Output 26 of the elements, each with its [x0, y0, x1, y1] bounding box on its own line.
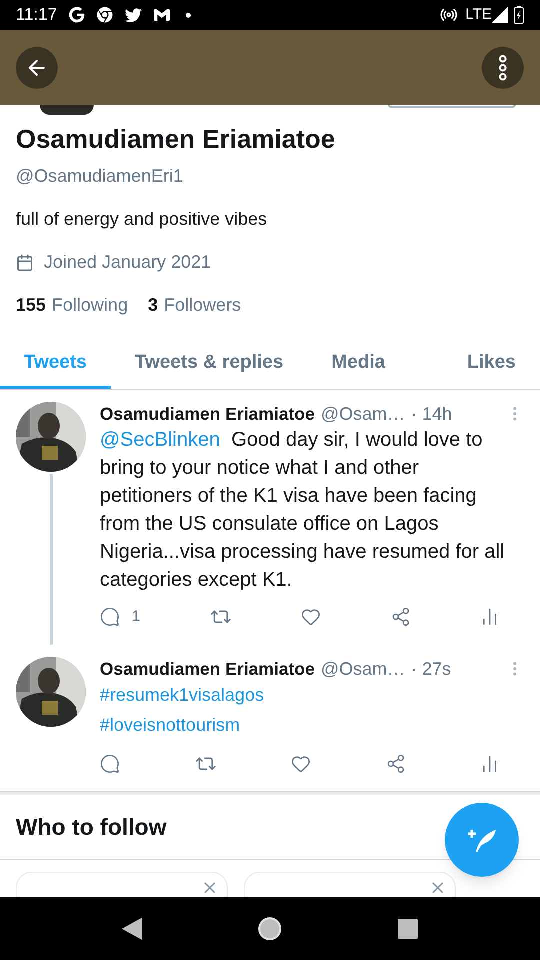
following-count[interactable]: 155	[16, 292, 46, 319]
tweet-text: @SecBlinken Good day sir, I would love to bring to your notice what I and other petitioners of the K1 visa have been facing from the US consulate office on Lagos Nigeria...visa processing have resumed for all categories except K1.	[100, 428, 506, 593]
profile-tab[interactable]: Likes	[443, 341, 540, 389]
author-name: Osamudiamen Eriamiatoe	[100, 403, 315, 426]
tweet-time: · 14h	[411, 403, 452, 426]
followers-count[interactable]: 3	[148, 292, 158, 319]
network-label: LTE	[466, 4, 492, 25]
status-time: 11:17	[16, 4, 58, 26]
reply-count: 1	[132, 607, 140, 627]
hashtag-link[interactable]: #loveisnottourism	[100, 714, 240, 734]
author-handle: @Osam…	[320, 658, 406, 680]
author-name: Osamudiamen Eriamiatoe	[100, 658, 315, 680]
profile-tab[interactable]: Tweets	[0, 341, 112, 389]
hashtag-link[interactable]: #resumek1visalagos	[100, 684, 264, 704]
mention-link[interactable]: @SecBlinken	[100, 429, 220, 451]
profile-tab[interactable]: Media	[308, 341, 410, 389]
joined-date: Joined January 2021	[44, 251, 212, 274]
profile-name: Osamudiamen Eriamiatoe	[16, 123, 336, 155]
profile-handle: @OsamudiamenEri1	[16, 165, 184, 188]
following-label[interactable]: Following	[52, 292, 128, 319]
profile-bio: full of energy and positive vibes	[16, 208, 268, 231]
profile-tab[interactable]: Tweets & replies	[111, 341, 308, 389]
section-title: Who to follow	[16, 814, 167, 840]
author-handle: @Osam…	[320, 403, 406, 426]
followers-label[interactable]: Followers	[164, 292, 242, 319]
tweet-time: · 27s	[411, 658, 452, 680]
